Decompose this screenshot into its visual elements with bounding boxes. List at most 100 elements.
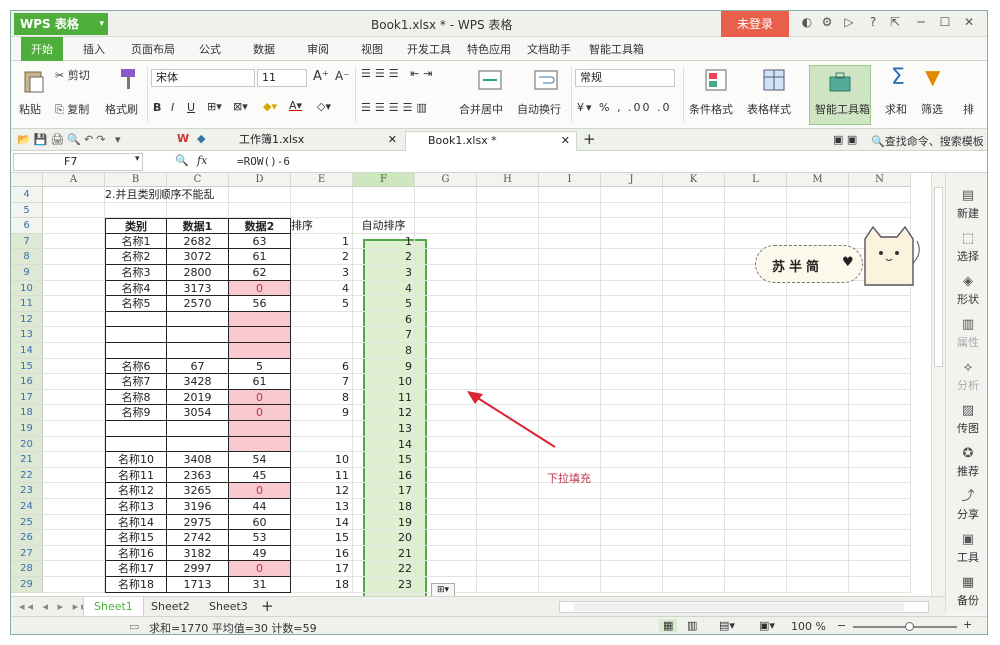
grid-cell[interactable] xyxy=(477,202,539,219)
grid-cell[interactable] xyxy=(477,358,539,375)
grid-cell[interactable] xyxy=(539,296,601,312)
fx-icon[interactable]: fx xyxy=(197,154,207,167)
grid-cell[interactable] xyxy=(787,499,849,515)
grid-cell[interactable] xyxy=(663,343,725,359)
spreadsheet-grid[interactable]: ABCDEFGHIJKLMN 4 5 6 7 8 9 10 11 12 13 14 15 16 17 18 1… xyxy=(11,173,931,596)
grid-cell[interactable] xyxy=(415,483,477,499)
conditional-format-button[interactable]: 条件格式 xyxy=(689,101,733,117)
row-header[interactable]: 20 xyxy=(11,436,43,453)
grid-cell[interactable] xyxy=(601,545,663,562)
grid-cell[interactable] xyxy=(787,577,849,593)
grid-cell[interactable] xyxy=(601,233,663,250)
grid-cell[interactable] xyxy=(849,358,911,375)
grid-cell[interactable] xyxy=(291,187,353,203)
grid-cell[interactable] xyxy=(849,343,911,359)
row-header[interactable]: 24 xyxy=(11,499,43,515)
close-icon[interactable]: ✕ xyxy=(561,132,570,150)
grid-cell[interactable] xyxy=(601,483,663,499)
grid-cell[interactable] xyxy=(787,374,849,390)
tab-features[interactable]: 特色应用 xyxy=(467,41,511,57)
grid-cell[interactable] xyxy=(539,343,601,359)
grid-cell[interactable] xyxy=(663,202,725,219)
grid-cell[interactable] xyxy=(43,499,105,515)
grid-cell[interactable] xyxy=(43,327,105,343)
grid-cell[interactable] xyxy=(43,530,105,546)
side-button-select[interactable]: ⬚ 选择 xyxy=(946,232,987,264)
grid-cell[interactable] xyxy=(601,561,663,577)
column-header-l[interactable]: L xyxy=(725,173,787,187)
cell-category[interactable]: 名称14 xyxy=(105,514,167,531)
bold-icon[interactable]: B xyxy=(153,101,161,114)
grid-cell[interactable] xyxy=(725,343,787,359)
search-command[interactable]: 🔍查找命令、搜索模板 xyxy=(871,133,984,149)
grid-cell[interactable] xyxy=(477,561,539,577)
cell-data1[interactable]: 2570 xyxy=(167,296,229,312)
grid-cell[interactable] xyxy=(601,218,663,234)
cell-sort[interactable]: 3 xyxy=(291,265,353,281)
grid-cell[interactable] xyxy=(787,452,849,468)
grid-cell[interactable] xyxy=(539,577,601,593)
grid-cell[interactable] xyxy=(663,561,725,577)
cell-category[interactable]: 名称17 xyxy=(105,561,167,577)
grid-cell[interactable] xyxy=(849,187,911,203)
cell-auto-sort[interactable]: 14 xyxy=(353,437,415,453)
align-horizontal-icons[interactable]: ☰☰☰☰▥ xyxy=(361,101,431,114)
grid-cell[interactable] xyxy=(725,421,787,437)
grid-cell[interactable] xyxy=(725,561,787,577)
grid-cell[interactable] xyxy=(477,311,539,328)
tab-smart-toolbox[interactable]: 智能工具箱 xyxy=(589,41,644,57)
grid-cell[interactable] xyxy=(43,280,105,297)
grid-cell[interactable] xyxy=(43,436,105,453)
cell-sort[interactable]: 13 xyxy=(291,499,353,515)
row-header[interactable]: 19 xyxy=(11,421,43,437)
grid-cell[interactable] xyxy=(787,296,849,312)
wrap-text-button[interactable]: 自动换行 xyxy=(517,101,561,117)
grid-cell[interactable] xyxy=(787,327,849,343)
grid-cell[interactable] xyxy=(43,233,105,250)
grid-cell[interactable] xyxy=(725,358,787,375)
row-header[interactable]: 26 xyxy=(11,530,43,546)
tab-home[interactable]: 开始 xyxy=(21,37,63,61)
number-format-select[interactable]: 常规 xyxy=(575,69,675,87)
grid-cell[interactable] xyxy=(663,327,725,343)
wps-menu-button[interactable]: WPS 表格 ▾ xyxy=(14,13,108,35)
grid-cell[interactable] xyxy=(353,202,415,219)
cell-data2[interactable] xyxy=(229,436,291,453)
row-header[interactable]: 27 xyxy=(11,545,43,562)
cut-button[interactable]: ✂ 剪切 xyxy=(55,67,90,83)
grid-cell[interactable] xyxy=(415,343,477,359)
row-header[interactable]: 23 xyxy=(11,483,43,499)
grid-cell[interactable] xyxy=(477,483,539,499)
cell-data2[interactable]: 61 xyxy=(229,374,291,390)
grid-cell[interactable] xyxy=(477,545,539,562)
grid-cell[interactable] xyxy=(787,187,849,203)
grid-cell[interactable] xyxy=(663,265,725,281)
grid-cell[interactable] xyxy=(725,514,787,531)
grid-cell[interactable] xyxy=(539,187,601,203)
grid-cell[interactable] xyxy=(415,467,477,484)
cell-category[interactable]: 名称2 xyxy=(105,249,167,265)
side-button-backup[interactable]: ▦ 备份 xyxy=(946,576,987,608)
grid-cell[interactable] xyxy=(43,218,105,234)
cell-auto-sort[interactable]: 21 xyxy=(353,546,415,562)
grid-cell[interactable] xyxy=(663,436,725,453)
grid-cell[interactable] xyxy=(725,452,787,468)
cell-category[interactable]: 名称11 xyxy=(105,467,167,484)
cell-category[interactable]: 名称18 xyxy=(105,577,167,593)
cell-format-icon[interactable]: ⊠▾ xyxy=(233,100,248,113)
column-header-h[interactable]: H xyxy=(477,173,539,187)
grid-cell[interactable] xyxy=(601,452,663,468)
grid-cell[interactable] xyxy=(415,249,477,265)
grid-cell[interactable] xyxy=(725,202,787,219)
grid-cell[interactable] xyxy=(43,514,105,531)
cell-data1[interactable]: 2019 xyxy=(167,389,229,406)
smart-toolbox-button[interactable]: 智能工具箱 xyxy=(815,101,870,117)
cell-category[interactable]: 名称5 xyxy=(105,296,167,312)
cell-sort[interactable]: 17 xyxy=(291,561,353,577)
border-icon[interactable]: ⊞▾ xyxy=(207,100,222,113)
cell-data1[interactable]: 3428 xyxy=(167,374,229,390)
name-box[interactable]: F7 xyxy=(13,153,143,171)
grid-cell[interactable] xyxy=(787,483,849,499)
cell-data2[interactable] xyxy=(229,327,291,343)
grid-cell[interactable] xyxy=(415,202,477,219)
